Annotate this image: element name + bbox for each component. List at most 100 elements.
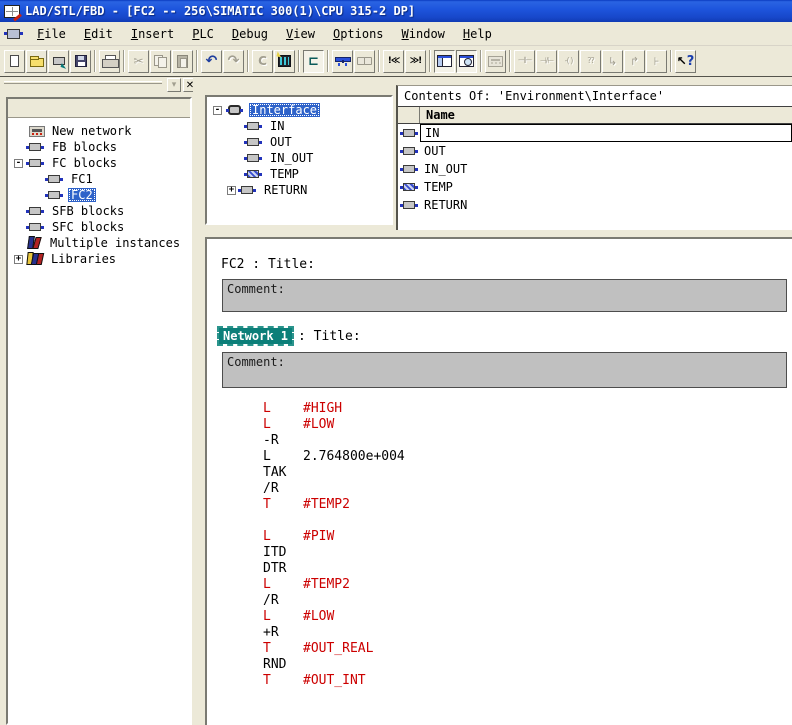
tree-item-in-out[interactable]: IN_OUT [207, 150, 391, 166]
overview-toggle[interactable] [434, 50, 455, 73]
compile-button[interactable]: C [252, 50, 273, 73]
symbol-info-button[interactable] [354, 50, 375, 73]
stl-line[interactable]: -R [207, 433, 792, 449]
stl-line[interactable]: DTR [207, 561, 792, 577]
vertical-splitter[interactable] [193, 77, 205, 725]
goto-prev-error-button[interactable]: !≪ [383, 50, 404, 73]
new-document-button[interactable] [4, 50, 25, 73]
network-badge[interactable]: Network 1 [219, 328, 292, 344]
table-row[interactable]: RETURN [398, 196, 792, 214]
stl-line[interactable]: /R [207, 593, 792, 609]
new-network-button[interactable] [485, 50, 506, 73]
cut-button[interactable]: ✂ [128, 50, 149, 73]
tree-item-out[interactable]: OUT [207, 134, 391, 150]
expander-plus[interactable]: + [14, 255, 23, 264]
open-button[interactable] [26, 50, 47, 73]
open-branch-button[interactable]: ↳ [602, 50, 623, 73]
goto-next-error-button[interactable]: ≫! [405, 50, 426, 73]
stl-line[interactable]: L#LOW [207, 609, 792, 625]
tree-item-temp[interactable]: TEMP [207, 166, 391, 182]
tree-item-fc-blocks[interactable]: - FC blocks [8, 155, 190, 171]
detail-view-toggle[interactable] [456, 50, 477, 73]
temp-icon [403, 183, 415, 191]
menu-options[interactable]: Options [324, 24, 393, 44]
temp-icon [247, 170, 259, 178]
tree-item-fc2[interactable]: FC2 [8, 187, 190, 203]
download-block-button[interactable] [48, 50, 69, 73]
tree-item-return[interactable]: + RETURN [207, 182, 391, 198]
help-select-button[interactable]: ↖? [675, 50, 696, 73]
contact-no-button[interactable]: ⊣⊢ [514, 50, 535, 73]
undo-button[interactable]: ↶ [201, 50, 222, 73]
menu-plc[interactable]: PLC [183, 24, 223, 44]
menu-view[interactable]: View [277, 24, 324, 44]
tree-item-sfb-blocks[interactable]: SFB blocks [8, 203, 190, 219]
tree-item-multiple-instances[interactable]: Multiple instances [8, 235, 190, 251]
copy-button[interactable] [150, 50, 171, 73]
mdi-document-icon[interactable] [7, 29, 20, 39]
menu-file[interactable]: File [28, 24, 75, 44]
tree-item-fb-blocks[interactable]: FB blocks [8, 139, 190, 155]
block-comment-box[interactable]: Comment: [222, 279, 787, 312]
coil-button[interactable]: -( ) [558, 50, 579, 73]
empty-box-button[interactable]: ?? [580, 50, 601, 73]
menu-window[interactable]: Window [393, 24, 454, 44]
code-pane[interactable]: FC2 : Title: Comment: Network 1 : Title:… [205, 237, 792, 725]
stl-line[interactable]: L2.764800e+004 [207, 449, 792, 465]
paste-button[interactable] [172, 50, 193, 73]
close-branch-button[interactable]: ↱ [624, 50, 645, 73]
program-elements-button[interactable] [332, 50, 353, 73]
stl-blank-line[interactable] [207, 513, 792, 529]
table-row[interactable]: OUT [398, 142, 792, 160]
tree-item-new-network[interactable]: New network [8, 123, 190, 139]
stl-line[interactable]: T#OUT_REAL [207, 641, 792, 657]
stl-line[interactable]: L#PIW [207, 529, 792, 545]
menu-edit[interactable]: Edit [75, 24, 122, 44]
symbolic-display-toggle[interactable]: ⊏ [303, 50, 324, 73]
stl-line[interactable]: L#LOW [207, 417, 792, 433]
contact-nc-button[interactable]: ⊣/⊢ [536, 50, 557, 73]
stl-line[interactable]: +R [207, 625, 792, 641]
tree-item-interface[interactable]: - Interface [207, 102, 391, 118]
panel-grip[interactable] [4, 81, 162, 84]
menu-insert[interactable]: Insert [122, 24, 183, 44]
toolbar-separator [670, 50, 672, 72]
tree-item-fc1[interactable]: FC1 [8, 171, 190, 187]
title-bar[interactable]: LAD/STL/FBD - [FC2 -- 256\SIMATIC 300(1)… [0, 0, 792, 22]
network-title[interactable]: : Title: [298, 329, 361, 344]
network-comment-box[interactable]: Comment: [222, 352, 787, 388]
stl-line[interactable]: TAK [207, 465, 792, 481]
panel-dropdown-button[interactable]: ▾ [167, 78, 181, 92]
download-button[interactable] [274, 50, 295, 73]
overview-tree: New network FB blocks - FC blocks FC1 FC… [8, 118, 190, 267]
download-icon [278, 55, 291, 67]
table-row[interactable]: TEMP [398, 178, 792, 196]
table-row[interactable]: IN [398, 124, 792, 142]
expander-plus[interactable]: + [227, 186, 236, 195]
redo-button[interactable]: ↷ [223, 50, 244, 73]
stl-line[interactable]: RND [207, 657, 792, 673]
expander-minus[interactable]: - [213, 106, 222, 115]
stl-line[interactable]: /R [207, 481, 792, 497]
stl-line[interactable]: T#TEMP2 [207, 497, 792, 513]
connector-button[interactable]: ⊦ [646, 50, 667, 73]
expander-minus[interactable]: - [14, 159, 23, 168]
menu-debug[interactable]: Debug [223, 24, 277, 44]
table-row[interactable]: IN_OUT [398, 160, 792, 178]
print-button[interactable] [99, 50, 120, 73]
save-button[interactable] [70, 50, 91, 73]
coil-icon: -( ) [565, 57, 573, 65]
block-title[interactable]: FC2 : Title: [221, 257, 315, 272]
stl-line[interactable]: L#TEMP2 [207, 577, 792, 593]
in-out-icon [247, 154, 259, 162]
prev-error-icon: !≪ [388, 57, 400, 66]
tree-item-sfc-blocks[interactable]: SFC blocks [8, 219, 190, 235]
tree-item-in[interactable]: IN [207, 118, 391, 134]
stl-line[interactable]: ITD [207, 545, 792, 561]
stl-line[interactable]: T#OUT_INT [207, 673, 792, 689]
table-header-row: Name [398, 107, 792, 124]
symbol-card-icon: ⊏ [308, 55, 319, 68]
tree-item-libraries[interactable]: + Libraries [8, 251, 190, 267]
menu-help[interactable]: Help [454, 24, 501, 44]
stl-line[interactable]: L#HIGH [207, 401, 792, 417]
